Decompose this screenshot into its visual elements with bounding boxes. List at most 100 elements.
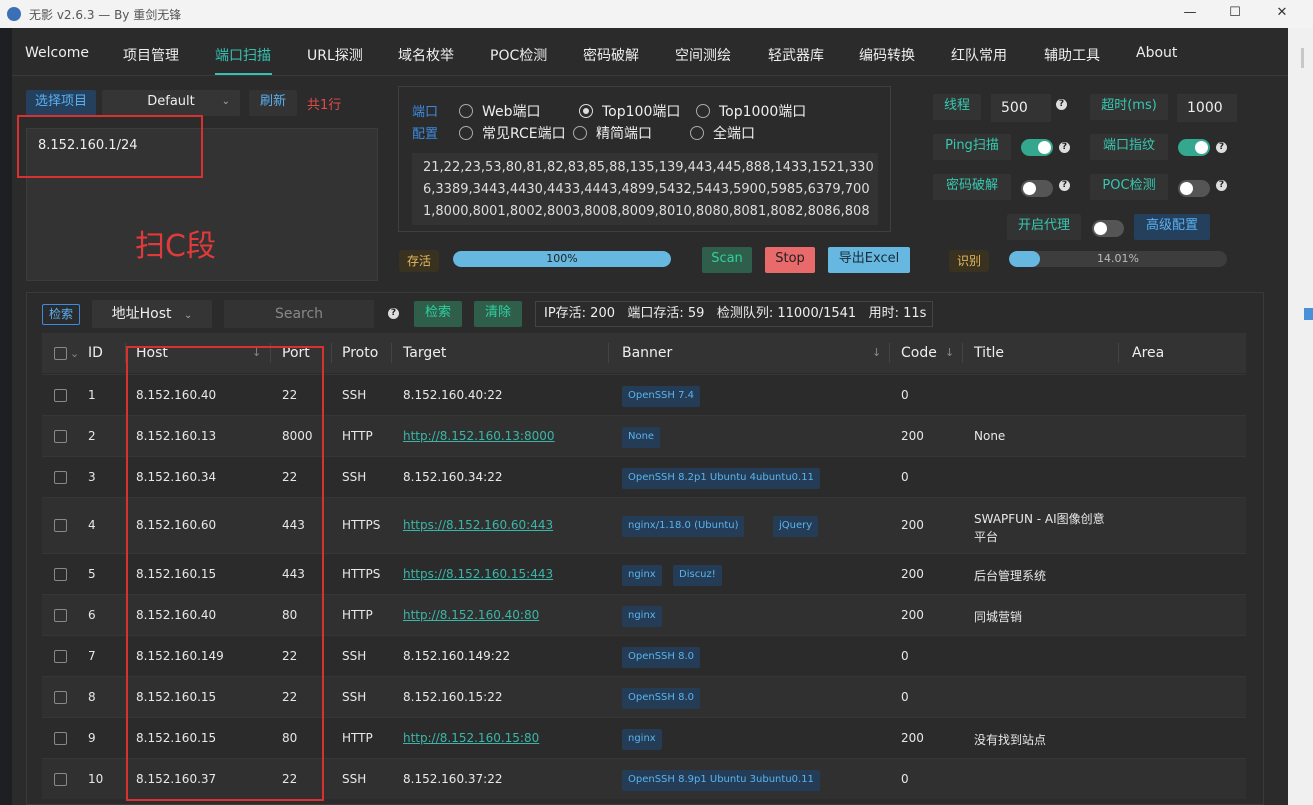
row-target[interactable]: https://8.152.160.15:443 <box>403 567 553 581</box>
row-checkbox[interactable] <box>54 773 67 786</box>
maximize-button[interactable]: ☐ <box>1215 3 1255 25</box>
scan-button[interactable]: Scan <box>702 247 752 273</box>
row-target: 8.152.160.34:22 <box>403 470 503 484</box>
password-crack-toggle[interactable] <box>1021 180 1053 197</box>
background-window-strip <box>1288 28 1313 805</box>
menu-tab-4[interactable]: 域名枚举 <box>398 45 454 65</box>
password-crack-label: 密码破解 <box>933 174 1011 200</box>
row-target[interactable]: http://8.152.160.15:80 <box>403 731 539 745</box>
port-option-radio-1[interactable]: Top100端口 <box>579 101 680 121</box>
help-icon[interactable]: ? <box>1059 142 1070 153</box>
col-banner[interactable]: Banner <box>622 345 672 361</box>
port-fingerprint-toggle[interactable] <box>1178 139 1210 156</box>
project-dropdown-value: Default <box>147 94 195 109</box>
threads-input[interactable]: 500 <box>991 94 1051 122</box>
search-button[interactable]: 检索 <box>414 301 462 327</box>
minimize-button[interactable]: — <box>1170 3 1210 25</box>
row-checkbox[interactable] <box>54 650 67 663</box>
col-proto[interactable]: Proto <box>342 345 378 361</box>
chevron-down-icon[interactable]: ⌄ <box>70 347 79 360</box>
chevron-down-icon: ⌄ <box>183 310 193 321</box>
refresh-button[interactable]: 刷新 <box>249 90 297 116</box>
row-checkbox[interactable] <box>54 732 67 745</box>
row-proto: SSH <box>342 772 367 786</box>
search-field-dropdown[interactable]: 地址Host ⌄ <box>92 300 212 328</box>
app-logo-icon <box>7 7 21 21</box>
row-id: 8 <box>88 690 96 704</box>
stop-button[interactable]: Stop <box>765 247 815 273</box>
search-input[interactable]: Search <box>224 300 374 328</box>
menu-tab-1[interactable]: 项目管理 <box>123 45 179 65</box>
menu-tab-6[interactable]: 密码破解 <box>583 45 639 65</box>
col-code[interactable]: Code <box>901 345 937 361</box>
row-title-line2: 平台 <box>974 530 999 544</box>
close-button[interactable]: ✕ <box>1262 3 1302 25</box>
help-icon[interactable]: ? <box>388 308 399 319</box>
project-dropdown[interactable]: Default ⌄ <box>102 90 240 116</box>
row-target[interactable]: https://8.152.160.60:443 <box>403 518 553 532</box>
row-target: 8.152.160.37:22 <box>403 772 503 786</box>
menu-tab-3[interactable]: URL探测 <box>307 45 363 65</box>
clear-button[interactable]: 清除 <box>474 301 522 327</box>
port-option-radio-4[interactable]: 精简端口 <box>573 123 652 143</box>
row-target[interactable]: http://8.152.160.13:8000 <box>403 429 555 443</box>
select-project-button[interactable]: 选择项目 <box>26 90 96 116</box>
port-fingerprint-label: 端口指纹 <box>1090 134 1168 160</box>
row-target: 8.152.160.15:22 <box>403 690 503 704</box>
threads-label: 线程 <box>933 94 981 120</box>
port-config-panel: 端口 配置 Web端口 Top100端口 Top1000端口 常见RCE端口 精简端口 全… <box>398 86 891 232</box>
poc-check-toggle[interactable] <box>1178 180 1210 197</box>
menu-tab-2[interactable]: 端口扫描 <box>215 45 271 65</box>
menu-tab-10[interactable]: 红队常用 <box>951 45 1007 65</box>
menu-tab-0[interactable]: Welcome <box>25 45 89 61</box>
port-option-radio-5[interactable]: 全端口 <box>690 123 755 143</box>
port-option-radio-2[interactable]: Top1000端口 <box>696 101 806 121</box>
row-target[interactable]: http://8.152.160.40:80 <box>403 608 539 622</box>
row-checkbox[interactable] <box>54 519 67 532</box>
menu-tab-11[interactable]: 辅助工具 <box>1044 45 1100 65</box>
menu-tab-8[interactable]: 轻武器库 <box>768 45 824 65</box>
help-icon[interactable]: ? <box>1056 99 1067 110</box>
row-proto: HTTPS <box>342 567 381 581</box>
port-option-radio-0[interactable]: Web端口 <box>459 101 541 121</box>
radio-icon <box>573 126 587 140</box>
sort-icon[interactable]: ↓ <box>872 346 881 359</box>
menu-tab-9[interactable]: 编码转换 <box>859 45 915 65</box>
menu-tab-5[interactable]: POC检测 <box>490 45 547 65</box>
row-checkbox[interactable] <box>54 430 67 443</box>
row-code: 0 <box>901 388 909 402</box>
col-id[interactable]: ID <box>88 345 103 361</box>
row-proto: SSH <box>342 388 367 402</box>
banner-badge: None <box>622 427 661 448</box>
row-checkbox[interactable] <box>54 691 67 704</box>
row-checkbox[interactable] <box>54 568 67 581</box>
banner-badge: Discuz! <box>673 565 722 586</box>
row-checkbox[interactable] <box>54 389 67 402</box>
timeout-input[interactable]: 1000 <box>1177 94 1237 122</box>
help-icon[interactable]: ? <box>1216 180 1227 191</box>
search-tag: 检索 <box>42 304 80 325</box>
menu-tab-12[interactable]: About <box>1136 45 1177 61</box>
ping-scan-toggle[interactable] <box>1021 139 1053 156</box>
col-area[interactable]: Area <box>1132 345 1164 361</box>
sort-icon[interactable]: ↓ <box>945 346 954 359</box>
col-title[interactable]: Title <box>974 345 1004 361</box>
row-checkbox[interactable] <box>54 471 67 484</box>
port-list-textarea[interactable]: 21,22,23,53,80,81,82,83,85,88,135,139,44… <box>412 153 878 225</box>
col-target[interactable]: Target <box>403 345 446 361</box>
proxy-toggle[interactable] <box>1092 220 1124 237</box>
export-excel-button[interactable]: 导出Excel <box>828 247 910 273</box>
port-option-radio-3[interactable]: 常见RCE端口 <box>459 123 566 143</box>
help-icon[interactable]: ? <box>1216 142 1227 153</box>
menu-tab-7[interactable]: 空间测绘 <box>675 45 731 65</box>
advanced-config-button[interactable]: 高级配置 <box>1134 214 1210 240</box>
help-icon[interactable]: ? <box>1059 180 1070 191</box>
select-all-checkbox[interactable] <box>54 347 67 360</box>
row-checkbox[interactable] <box>54 609 67 622</box>
window-title: 无影 v2.6.3 — By 重剑无锋 <box>29 8 182 22</box>
row-proto: SSH <box>342 690 367 704</box>
row-title: None <box>974 429 1006 443</box>
banner-badge: nginx <box>622 606 662 627</box>
radio-icon <box>690 126 704 140</box>
port-option-label: Web端口 <box>482 104 541 120</box>
